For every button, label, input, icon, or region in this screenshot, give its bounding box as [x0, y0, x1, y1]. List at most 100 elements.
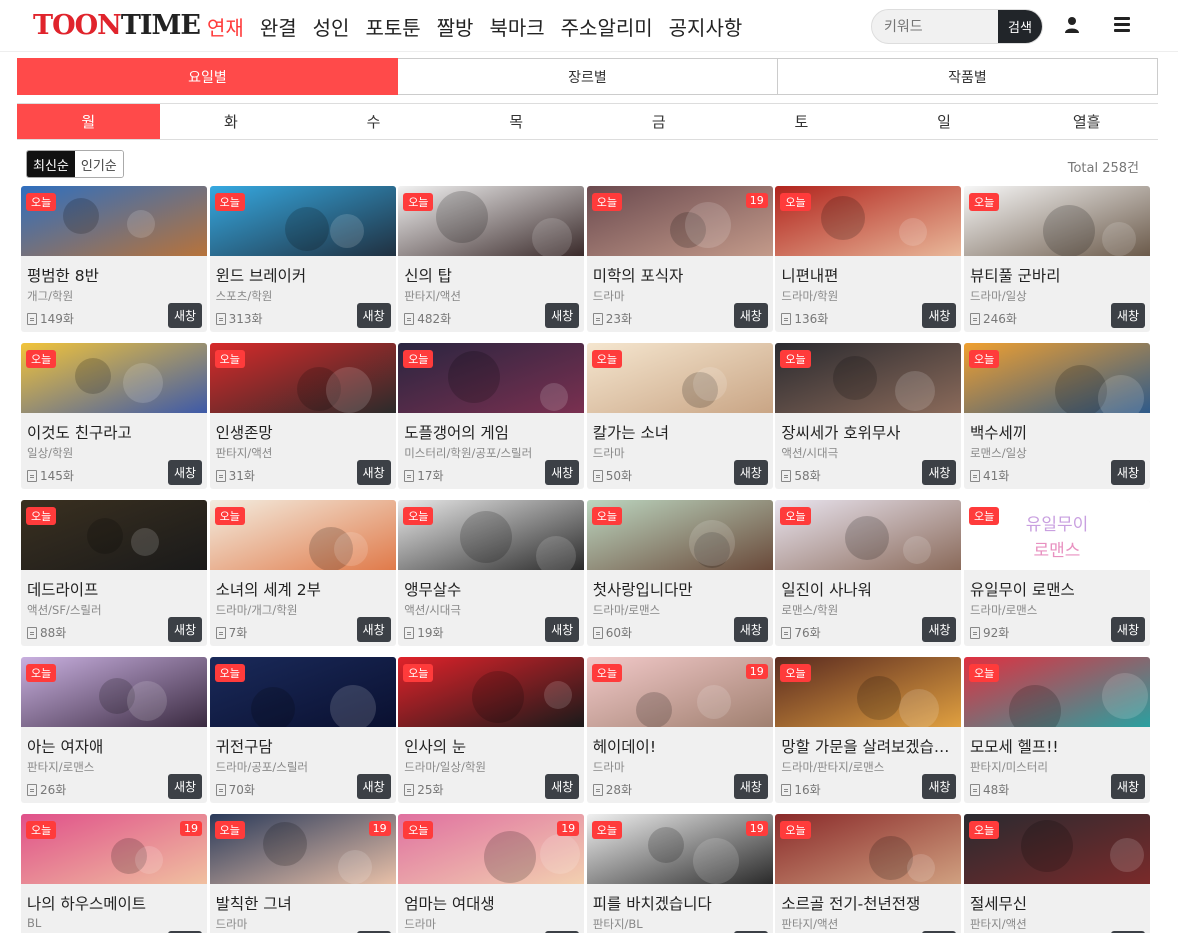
nav-item-meme[interactable]: 짤방: [437, 12, 474, 41]
webtoon-title[interactable]: 일진이 사나워: [781, 578, 957, 600]
webtoon-card[interactable]: 오늘 평범한 8반 개그/학원 149화 새창: [21, 186, 207, 332]
webtoon-title[interactable]: 첫사랑입니다만: [593, 578, 769, 600]
webtoon-card[interactable]: 오늘 인사의 눈 드라마/일상/학원 25화 새창: [398, 657, 585, 803]
tab-sunday[interactable]: 일: [873, 104, 1016, 139]
open-new-window-button[interactable]: 새창: [356, 460, 391, 485]
open-new-window-button[interactable]: 새창: [168, 303, 202, 328]
webtoon-title[interactable]: 도플갱어의 게임: [404, 421, 580, 443]
webtoon-title[interactable]: 니편내편: [781, 264, 957, 286]
webtoon-card[interactable]: 오늘 소녀의 세계 2부 드라마/개그/학원 7화 새창: [209, 500, 396, 646]
tab-monday[interactable]: 월: [17, 104, 160, 139]
open-new-window-button[interactable]: 새창: [356, 303, 391, 328]
tab-friday[interactable]: 금: [588, 104, 731, 139]
search-input[interactable]: [872, 10, 1000, 43]
webtoon-card[interactable]: 오늘 19 헤이데이! 드라마 28화 새창: [586, 657, 773, 803]
webtoon-card[interactable]: 오늘 니편내편 드라마/학원 136화 새창: [775, 186, 962, 332]
webtoon-card[interactable]: 오늘 일진이 사나워 로맨스/학원 76화 새창: [775, 500, 962, 646]
open-new-window-button[interactable]: 새창: [922, 460, 957, 485]
webtoon-title[interactable]: 뷰티풀 군바리: [970, 264, 1146, 286]
nav-item-bookmark[interactable]: 북마크: [489, 12, 544, 41]
webtoon-card[interactable]: 오늘 뷰티풀 군바리 드라마/일상 246화 새창: [963, 186, 1150, 332]
webtoon-card[interactable]: 오늘 19 피를 바치겠습니다 판타지/BL 새창: [586, 814, 773, 933]
webtoon-title[interactable]: 칼가는 소녀: [593, 421, 769, 443]
tab-saturday[interactable]: 토: [730, 104, 873, 139]
webtoon-card[interactable]: 오늘 19 엄마는 여대생 드라마 새창: [398, 814, 585, 933]
webtoon-card[interactable]: 오늘 19 나의 하우스메이트 BL 새창: [21, 814, 207, 933]
nav-item-serial[interactable]: 연재: [207, 12, 244, 41]
webtoon-title[interactable]: 소녀의 세계 2부: [216, 578, 392, 600]
webtoon-card[interactable]: 오늘 백수세끼 로맨스/일상 41화 새창: [963, 343, 1150, 489]
webtoon-title[interactable]: 아는 여자애: [27, 735, 203, 757]
open-new-window-button[interactable]: 새창: [168, 617, 202, 642]
webtoon-card[interactable]: 오늘 도플갱어의 게임 미스터리/학원/공포/스릴러 17화 새창: [398, 343, 585, 489]
open-new-window-button[interactable]: 새창: [1110, 617, 1145, 642]
webtoon-title[interactable]: 앵무살수: [404, 578, 580, 600]
webtoon-title[interactable]: 이것도 친구라고: [27, 421, 203, 443]
webtoon-card[interactable]: 오늘 19 발칙한 그녀 드라마 새창: [209, 814, 396, 933]
tab-ten-days[interactable]: 열흘: [1015, 104, 1158, 139]
webtoon-title[interactable]: 소르골 전기-천년전쟁: [781, 892, 957, 914]
webtoon-card[interactable]: 오늘 윈드 브레이커 스포츠/학원 313화 새창: [209, 186, 396, 332]
webtoon-title[interactable]: 인사의 눈: [404, 735, 580, 757]
webtoon-title[interactable]: 발칙한 그녀: [216, 892, 392, 914]
open-new-window-button[interactable]: 새창: [1110, 303, 1145, 328]
hamburger-menu-icon[interactable]: [1114, 17, 1130, 33]
webtoon-title[interactable]: 절세무신: [970, 892, 1146, 914]
webtoon-title[interactable]: 미학의 포식자: [593, 264, 769, 286]
open-new-window-button[interactable]: 새창: [922, 617, 957, 642]
logo[interactable]: TOONTIME: [33, 10, 201, 41]
open-new-window-button[interactable]: 새창: [545, 303, 580, 328]
webtoon-card[interactable]: 오늘 칼가는 소녀 드라마 50화 새창: [586, 343, 773, 489]
open-new-window-button[interactable]: 새창: [545, 774, 580, 799]
webtoon-title[interactable]: 윈드 브레이커: [216, 264, 392, 286]
nav-item-completed[interactable]: 완결: [260, 12, 297, 41]
nav-item-phototoon[interactable]: 포토툰: [365, 12, 420, 41]
open-new-window-button[interactable]: 새창: [922, 774, 957, 799]
webtoon-title[interactable]: 엄마는 여대생: [404, 892, 580, 914]
nav-item-notice[interactable]: 공지사항: [669, 12, 743, 41]
webtoon-card[interactable]: 오늘 절세무신 판타지/액션 새창: [963, 814, 1150, 933]
webtoon-card[interactable]: 오늘 망할 가문을 살려보겠습니다 드라마/판타지/로맨스 16화 새창: [775, 657, 962, 803]
webtoon-title[interactable]: 귀전구담: [216, 735, 392, 757]
tab-by-title[interactable]: 작품별: [778, 58, 1158, 95]
sort-popular-button[interactable]: 인기순: [74, 151, 123, 177]
open-new-window-button[interactable]: 새창: [1110, 460, 1145, 485]
tab-tuesday[interactable]: 화: [160, 104, 303, 139]
webtoon-title[interactable]: 피를 바치겠습니다: [593, 892, 769, 914]
open-new-window-button[interactable]: 새창: [168, 774, 202, 799]
webtoon-card[interactable]: 오늘 귀전구담 드라마/공포/스릴러 70화 새창: [209, 657, 396, 803]
webtoon-card[interactable]: 오늘 데드라이프 액션/SF/스릴러 88화 새창: [21, 500, 207, 646]
webtoon-card[interactable]: 오늘 장씨세가 호위무사 액션/시대극 58화 새창: [775, 343, 962, 489]
webtoon-title[interactable]: 헤이데이!: [593, 735, 769, 757]
webtoon-title[interactable]: 인생존망: [216, 421, 392, 443]
tab-wednesday[interactable]: 수: [302, 104, 445, 139]
webtoon-title[interactable]: 유일무이 로맨스: [970, 578, 1146, 600]
open-new-window-button[interactable]: 새창: [545, 617, 580, 642]
open-new-window-button[interactable]: 새창: [733, 460, 768, 485]
webtoon-title[interactable]: 모모세 헬프!!: [970, 735, 1146, 757]
nav-item-address-alert[interactable]: 주소알리미: [561, 12, 653, 41]
webtoon-card[interactable]: 오늘 소르골 전기-천년전쟁 판타지/액션 새창: [775, 814, 962, 933]
webtoon-card[interactable]: 오늘 신의 탑 판타지/액션 482화 새창: [398, 186, 585, 332]
open-new-window-button[interactable]: 새창: [545, 460, 580, 485]
tab-thursday[interactable]: 목: [445, 104, 588, 139]
webtoon-card[interactable]: 유일무이 로맨스 오늘 유일무이 로맨스 드라마/로맨스 92화 새창: [963, 500, 1150, 646]
tab-by-day[interactable]: 요일별: [17, 58, 398, 95]
webtoon-title[interactable]: 백수세끼: [970, 421, 1146, 443]
open-new-window-button[interactable]: 새창: [1110, 774, 1145, 799]
open-new-window-button[interactable]: 새창: [733, 774, 768, 799]
webtoon-title[interactable]: 장씨세가 호위무사: [781, 421, 957, 443]
open-new-window-button[interactable]: 새창: [922, 303, 957, 328]
sort-latest-button[interactable]: 최신순: [27, 151, 75, 177]
webtoon-card[interactable]: 오늘 아는 여자애 판타지/로맨스 26화 새창: [21, 657, 207, 803]
webtoon-card[interactable]: 오늘 19 미학의 포식자 드라마 23화 새창: [586, 186, 773, 332]
webtoon-card[interactable]: 오늘 모모세 헬프!! 판타지/미스터리 48화 새창: [963, 657, 1150, 803]
webtoon-title[interactable]: 평범한 8반: [27, 264, 203, 286]
open-new-window-button[interactable]: 새창: [733, 303, 768, 328]
open-new-window-button[interactable]: 새창: [356, 617, 391, 642]
open-new-window-button[interactable]: 새창: [168, 460, 202, 485]
webtoon-card[interactable]: 오늘 이것도 친구라고 일상/학원 145화 새창: [21, 343, 207, 489]
webtoon-title[interactable]: 신의 탑: [404, 264, 580, 286]
webtoon-card[interactable]: 오늘 앵무살수 액션/시대극 19화 새창: [398, 500, 585, 646]
webtoon-title[interactable]: 나의 하우스메이트: [27, 892, 203, 914]
